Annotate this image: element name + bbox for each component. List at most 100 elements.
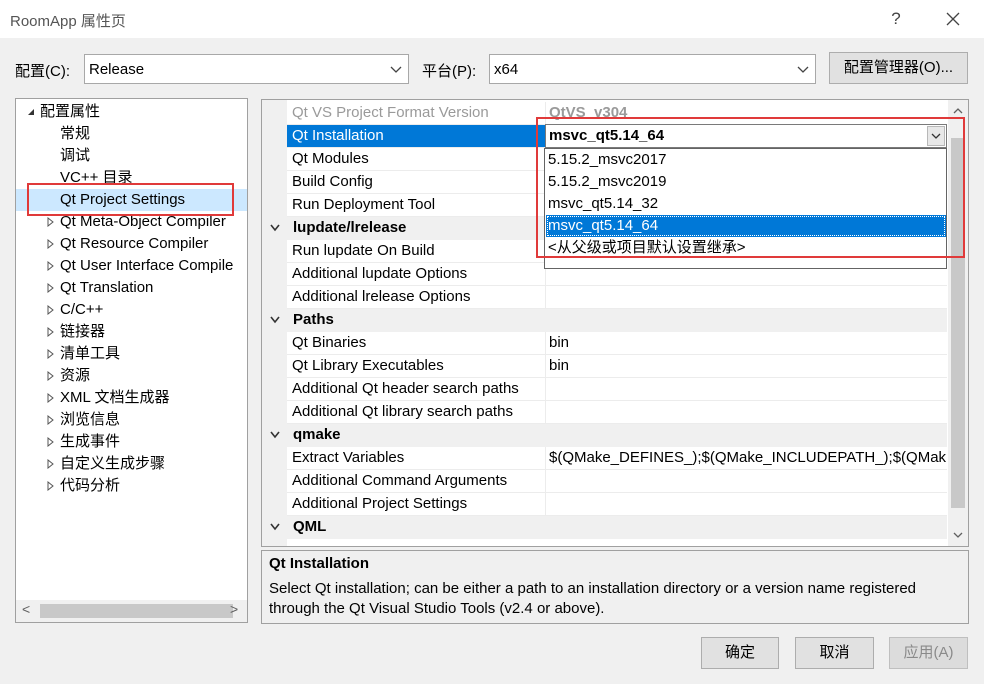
tree-item[interactable]: 浏览信息 bbox=[16, 409, 247, 431]
scroll-up-icon[interactable] bbox=[952, 106, 964, 116]
tree-item-label: 配置属性 bbox=[40, 103, 101, 120]
collapsed-triangle-icon[interactable] bbox=[46, 261, 56, 271]
tree-item[interactable]: 代码分析 bbox=[16, 475, 247, 497]
tree-item[interactable]: 自定义生成步骤 bbox=[16, 453, 247, 475]
tree-item-label: 清单工具 bbox=[60, 345, 121, 362]
collapsed-triangle-icon[interactable] bbox=[46, 371, 56, 381]
annotation-highlight-tree bbox=[27, 183, 234, 216]
tree-item[interactable]: Qt User Interface Compile bbox=[16, 255, 247, 277]
property-row[interactable]: Extract Variables $(QMake_DEFINES_);$(QMa… bbox=[287, 447, 947, 470]
tree-item[interactable]: 常规 bbox=[16, 123, 247, 145]
annotation-highlight-dropdown bbox=[536, 117, 965, 258]
tree-item[interactable]: 链接器 bbox=[16, 321, 247, 343]
collapsed-triangle-icon[interactable] bbox=[46, 283, 56, 293]
tree-item[interactable]: 清单工具 bbox=[16, 343, 247, 365]
tree-item[interactable]: Qt Resource Compiler bbox=[16, 233, 247, 255]
column-separator bbox=[545, 332, 546, 355]
title-bar bbox=[0, 0, 984, 38]
tree-item[interactable]: 配置属性 bbox=[16, 101, 247, 123]
tree-item-label: 常规 bbox=[60, 125, 91, 142]
description-text: Select Qt installation; can be either a … bbox=[269, 580, 917, 617]
category-name: Paths bbox=[293, 311, 334, 328]
collapsed-triangle-icon[interactable] bbox=[46, 217, 56, 227]
column-separator bbox=[545, 493, 546, 516]
chevron-down-icon[interactable] bbox=[269, 223, 281, 233]
property-value: bin bbox=[549, 334, 570, 351]
property-name: Additional lupdate Options bbox=[292, 265, 468, 282]
category-name: QML bbox=[293, 518, 327, 535]
chevron-down-icon[interactable] bbox=[269, 522, 281, 532]
chevron-down-icon[interactable] bbox=[269, 430, 281, 440]
tree-item-label: C/C++ bbox=[60, 301, 104, 318]
close-button[interactable] bbox=[939, 6, 967, 32]
tree-item-label: XML 文档生成器 bbox=[60, 389, 170, 406]
collapsed-triangle-icon[interactable] bbox=[46, 415, 56, 425]
scroll-right-icon[interactable]: > bbox=[230, 601, 238, 617]
collapsed-triangle-icon[interactable] bbox=[46, 459, 56, 469]
window-title: RoomApp 属性页 bbox=[10, 13, 126, 30]
config-combobox[interactable]: Release bbox=[84, 54, 409, 84]
property-tree: 配置属性 常规 调试 VC++ 目录 Qt Project Settings Qt Met… bbox=[15, 98, 248, 623]
property-name: Qt VS Project Format Version bbox=[292, 104, 489, 121]
tree-item-label: 浏览信息 bbox=[60, 411, 121, 428]
property-row[interactable]: Additional lrelease Options bbox=[287, 286, 947, 309]
tree-item-label: 代码分析 bbox=[60, 477, 121, 494]
close-icon bbox=[946, 12, 960, 26]
tree-item[interactable]: 资源 bbox=[16, 365, 247, 387]
collapsed-triangle-icon[interactable] bbox=[46, 305, 56, 315]
scroll-down-icon[interactable] bbox=[952, 530, 964, 540]
property-row[interactable]: Additional Project Settings bbox=[287, 493, 947, 516]
property-name: Run lupdate On Build bbox=[292, 242, 435, 259]
tree-item-label: 资源 bbox=[60, 367, 91, 384]
tree-item[interactable]: C/C++ bbox=[16, 299, 247, 321]
column-separator bbox=[545, 470, 546, 493]
ok-button[interactable]: 确定 bbox=[701, 637, 779, 669]
config-manager-button[interactable]: 配置管理器(O)... bbox=[829, 52, 968, 84]
expanded-triangle-icon[interactable] bbox=[26, 107, 36, 117]
collapsed-triangle-icon[interactable] bbox=[46, 349, 56, 359]
property-name: Additional lrelease Options bbox=[292, 288, 471, 305]
tree-item[interactable]: XML 文档生成器 bbox=[16, 387, 247, 409]
property-name: Additional Command Arguments bbox=[292, 472, 508, 489]
apply-button[interactable]: 应用(A) bbox=[889, 637, 968, 669]
property-name: Additional Project Settings bbox=[292, 495, 468, 512]
tree-item-label: Qt Translation bbox=[60, 279, 154, 296]
property-row[interactable]: Additional Qt library search paths bbox=[287, 401, 947, 424]
property-value: bin bbox=[549, 357, 570, 374]
collapsed-triangle-icon[interactable] bbox=[46, 393, 56, 403]
collapsed-triangle-icon[interactable] bbox=[46, 239, 56, 249]
platform-combobox[interactable]: x64 bbox=[489, 54, 816, 84]
property-name: Additional Qt header search paths bbox=[292, 380, 519, 397]
category-row[interactable]: qmake bbox=[262, 424, 947, 447]
config-label: 配置(C): bbox=[15, 63, 70, 80]
tree-item[interactable]: 生成事件 bbox=[16, 431, 247, 453]
collapsed-triangle-icon[interactable] bbox=[46, 481, 56, 491]
tree-item-label: 链接器 bbox=[60, 323, 106, 340]
property-name: Extract Variables bbox=[292, 449, 405, 466]
collapsed-triangle-icon[interactable] bbox=[46, 437, 56, 447]
property-row[interactable]: Additional Command Arguments bbox=[287, 470, 947, 493]
chevron-down-icon[interactable] bbox=[269, 315, 281, 325]
category-row[interactable]: Paths bbox=[262, 309, 947, 332]
category-row[interactable]: QML bbox=[262, 516, 947, 539]
platform-value: x64 bbox=[494, 61, 519, 78]
tree-item-label: 自定义生成步骤 bbox=[60, 455, 166, 472]
collapsed-triangle-icon[interactable] bbox=[46, 327, 56, 337]
cancel-button[interactable]: 取消 bbox=[795, 637, 874, 669]
property-row[interactable]: Additional Qt header search paths bbox=[287, 378, 947, 401]
property-row[interactable]: Qt Library Executables bin bbox=[287, 355, 947, 378]
property-name: Build Config bbox=[292, 173, 373, 190]
column-separator bbox=[545, 401, 546, 424]
property-name: Qt Binaries bbox=[292, 334, 367, 351]
tree-item[interactable]: 调试 bbox=[16, 145, 247, 167]
help-button[interactable]: ? bbox=[882, 6, 910, 32]
tree-horizontal-scrollbar[interactable]: < > bbox=[16, 600, 247, 622]
description-panel: Qt Installation Select Qt installation; … bbox=[261, 550, 969, 624]
property-name: Additional Qt library search paths bbox=[292, 403, 513, 420]
column-separator bbox=[545, 378, 546, 401]
scroll-left-icon[interactable]: < bbox=[22, 601, 30, 617]
scroll-thumb[interactable] bbox=[40, 604, 233, 618]
tree-item[interactable]: Qt Translation bbox=[16, 277, 247, 299]
property-row[interactable]: Qt Binaries bin bbox=[287, 332, 947, 355]
category-name: qmake bbox=[293, 426, 341, 443]
